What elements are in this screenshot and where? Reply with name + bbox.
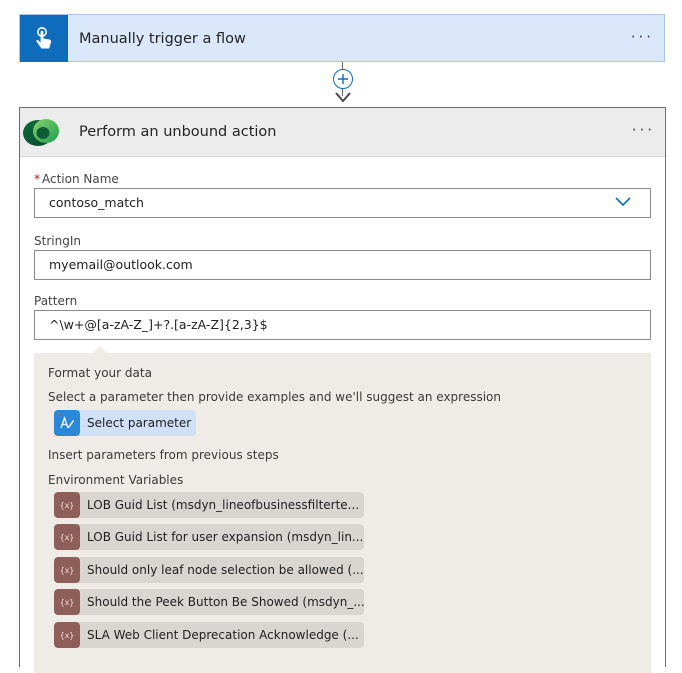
env-var-label: LOB Guid List (msdyn_lineofbusinessfilte… <box>87 498 360 512</box>
stringin-label: StringIn <box>34 234 81 248</box>
trigger-card[interactable]: Manually trigger a flow ··· <box>19 14 665 62</box>
action-name-value: contoso_match <box>49 195 144 210</box>
select-parameter-label: Select parameter <box>87 416 192 430</box>
env-var-label: LOB Guid List for user expansion (msdyn_… <box>87 530 364 544</box>
arrow-down-icon <box>335 92 351 103</box>
chevron-down-icon <box>615 197 631 207</box>
env-var-label: SLA Web Client Deprecation Acknowledge (… <box>87 628 359 642</box>
dataverse-logo-icon <box>22 116 66 152</box>
variable-icon: {x} <box>54 492 80 518</box>
env-heading: Environment Variables <box>48 473 184 487</box>
select-parameter-button[interactable]: Select parameter <box>54 410 196 436</box>
env-var-label: Should only leaf node selection be allow… <box>87 563 364 577</box>
env-var-label: Should the Peek Button Be Showed (msdyn_… <box>87 595 364 609</box>
variable-icon: {x} <box>54 589 80 615</box>
env-var-chip[interactable]: {x} SLA Web Client Deprecation Acknowled… <box>54 622 364 648</box>
env-var-chip[interactable]: {x} Should only leaf node selection be a… <box>54 557 364 583</box>
variable-icon: {x} <box>54 557 80 583</box>
pattern-input[interactable]: ^\w+@[a-zA-Z_]+?.[a-zA-Z]{2,3}$ <box>34 310 651 340</box>
format-heading: Format your data <box>48 366 152 380</box>
insert-heading: Insert parameters from previous steps <box>48 448 279 462</box>
dynamic-content-panel: Format your data Select a parameter then… <box>34 346 651 673</box>
action-name-label: * Action Name <box>34 172 119 186</box>
env-var-chip[interactable]: {x} LOB Guid List for user expansion (ms… <box>54 524 364 550</box>
trigger-title: Manually trigger a flow <box>79 31 246 47</box>
required-mark: * <box>34 172 40 186</box>
variable-icon: {x} <box>54 622 80 648</box>
pattern-value: ^\w+@[a-zA-Z_]+?.[a-zA-Z]{2,3}$ <box>49 317 268 332</box>
action-card: Perform an unbound action ··· * Action Na… <box>19 107 666 673</box>
format-data-icon <box>54 410 80 436</box>
stringin-value: myemail@outlook.com <box>49 257 193 272</box>
format-hint: Select a parameter then provide examples… <box>48 390 501 404</box>
add-step-button[interactable] <box>333 69 353 89</box>
env-var-chip[interactable]: {x} LOB Guid List (msdyn_lineofbusinessf… <box>54 492 364 518</box>
variable-icon: {x} <box>54 524 80 550</box>
action-title: Perform an unbound action <box>79 124 277 140</box>
action-more-button[interactable]: ··· <box>632 108 655 156</box>
plus-icon <box>338 74 348 84</box>
action-header[interactable]: Perform an unbound action ··· <box>20 108 665 157</box>
stringin-input[interactable]: myemail@outlook.com <box>34 250 651 280</box>
pattern-label: Pattern <box>34 294 78 308</box>
env-var-chip[interactable]: {x} Should the Peek Button Be Showed (ms… <box>54 589 364 615</box>
trigger-more-button[interactable]: ··· <box>631 15 654 63</box>
action-name-dropdown[interactable]: contoso_match <box>34 188 651 218</box>
panel-caret <box>92 346 108 354</box>
touch-hand-icon <box>20 15 68 62</box>
